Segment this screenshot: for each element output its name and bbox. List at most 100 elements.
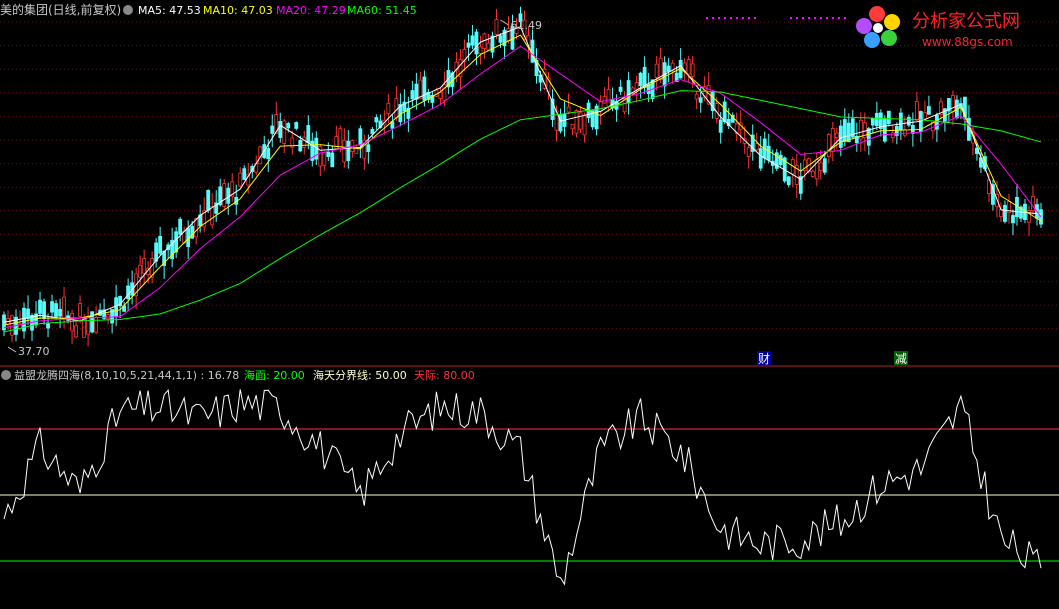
candle-body[interactable]: [74, 325, 78, 338]
candle-body[interactable]: [306, 125, 311, 144]
candle-body[interactable]: [346, 140, 351, 162]
candle-body[interactable]: [898, 112, 903, 131]
candle-body[interactable]: [634, 82, 639, 90]
candle-body[interactable]: [294, 122, 299, 129]
candle-body[interactable]: [698, 97, 703, 103]
candle-body[interactable]: [498, 35, 503, 43]
chart-canvas[interactable]: 61.49 37.70 财 减 美的集团(日线,前复权) MA5: 47.53 MA10: …: [0, 0, 1059, 609]
candle-body[interactable]: [54, 303, 58, 317]
candle-body[interactable]: [278, 121, 283, 138]
candle-body[interactable]: [1011, 215, 1015, 224]
candle-body[interactable]: [478, 46, 483, 54]
candle-body[interactable]: [438, 91, 443, 99]
candle-body[interactable]: [78, 303, 82, 317]
candle-body[interactable]: [890, 132, 895, 139]
candle-body[interactable]: [810, 170, 815, 177]
candle-body[interactable]: [822, 158, 827, 173]
candle-body[interactable]: [94, 317, 98, 333]
candle-body[interactable]: [330, 152, 335, 168]
candle-body[interactable]: [834, 132, 839, 139]
candle-body[interactable]: [686, 59, 691, 75]
candle-body[interactable]: [598, 101, 603, 112]
candle-body[interactable]: [474, 31, 479, 55]
candle-body[interactable]: [410, 90, 415, 100]
candle-body[interactable]: [882, 118, 887, 142]
candle-body[interactable]: [826, 134, 831, 158]
candle-body[interactable]: [870, 118, 875, 126]
candle-body[interactable]: [90, 311, 94, 333]
candle-body[interactable]: [194, 218, 199, 238]
candle-body[interactable]: [578, 112, 583, 130]
candle-body[interactable]: [58, 308, 62, 317]
candle-body[interactable]: [86, 315, 90, 335]
candle-body[interactable]: [934, 114, 939, 130]
candle-body[interactable]: [818, 162, 823, 171]
candle-body[interactable]: [838, 125, 843, 148]
candle-body[interactable]: [334, 136, 339, 150]
candle-body[interactable]: [654, 63, 659, 78]
candle-body[interactable]: [470, 35, 475, 46]
candle-body[interactable]: [530, 39, 535, 63]
candle-body[interactable]: [842, 119, 847, 142]
candle-body[interactable]: [386, 102, 391, 114]
candle-body[interactable]: [758, 148, 763, 169]
candle-body[interactable]: [50, 301, 54, 313]
candle-body[interactable]: [646, 84, 651, 95]
candle-body[interactable]: [270, 125, 275, 134]
candle-body[interactable]: [574, 110, 579, 134]
candle-body[interactable]: [326, 152, 331, 157]
candle-body[interactable]: [190, 225, 195, 239]
candle-body[interactable]: [286, 123, 291, 129]
candle-body[interactable]: [602, 96, 607, 104]
candle-body[interactable]: [618, 86, 623, 92]
candle-body[interactable]: [414, 83, 419, 100]
candle-body[interactable]: [1027, 209, 1031, 223]
candle-body[interactable]: [754, 143, 759, 151]
candle-body[interactable]: [370, 129, 375, 135]
indicator-toggle-icon[interactable]: [1, 370, 11, 380]
candle-body[interactable]: [206, 190, 211, 211]
candle-body[interactable]: [374, 117, 379, 123]
candle-body[interactable]: [242, 168, 247, 180]
candle-body[interactable]: [570, 123, 575, 130]
candle-body[interactable]: [338, 128, 343, 149]
candle-body[interactable]: [922, 112, 927, 120]
candle-body[interactable]: [210, 206, 215, 226]
candle-body[interactable]: [746, 147, 751, 157]
candle-body[interactable]: [10, 315, 14, 336]
candle-body[interactable]: [606, 89, 611, 108]
candle-body[interactable]: [902, 129, 907, 136]
candle-body[interactable]: [62, 296, 66, 320]
candle-body[interactable]: [282, 120, 287, 144]
candle-body[interactable]: [766, 145, 771, 161]
candle-body[interactable]: [46, 322, 50, 329]
candle-body[interactable]: [722, 101, 727, 123]
candle-body[interactable]: [926, 106, 931, 115]
candle-body[interactable]: [566, 106, 571, 113]
candle-body[interactable]: [914, 101, 919, 121]
candle-body[interactable]: [178, 218, 183, 235]
candle-body[interactable]: [266, 148, 271, 160]
candle-body[interactable]: [238, 172, 243, 187]
candle-body[interactable]: [138, 264, 143, 278]
candle-body[interactable]: [466, 42, 471, 48]
candle-body[interactable]: [158, 235, 163, 254]
candle-body[interactable]: [642, 66, 647, 88]
candle-body[interactable]: [366, 144, 371, 152]
settings-toggle-icon[interactable]: [123, 5, 133, 15]
candle-body[interactable]: [718, 119, 723, 133]
candle-body[interactable]: [394, 98, 399, 119]
candle-body[interactable]: [694, 93, 699, 100]
candle-body[interactable]: [38, 299, 42, 314]
candle-body[interactable]: [322, 151, 327, 166]
candle-body[interactable]: [582, 115, 587, 136]
candle-body[interactable]: [126, 285, 131, 300]
candle-body[interactable]: [70, 312, 74, 332]
candle-body[interactable]: [874, 112, 879, 127]
candle-body[interactable]: [690, 63, 695, 77]
candle-body[interactable]: [786, 176, 791, 186]
candle-body[interactable]: [486, 42, 491, 51]
candle-body[interactable]: [778, 154, 783, 166]
candle-body[interactable]: [222, 183, 227, 207]
candle-body[interactable]: [906, 116, 911, 126]
